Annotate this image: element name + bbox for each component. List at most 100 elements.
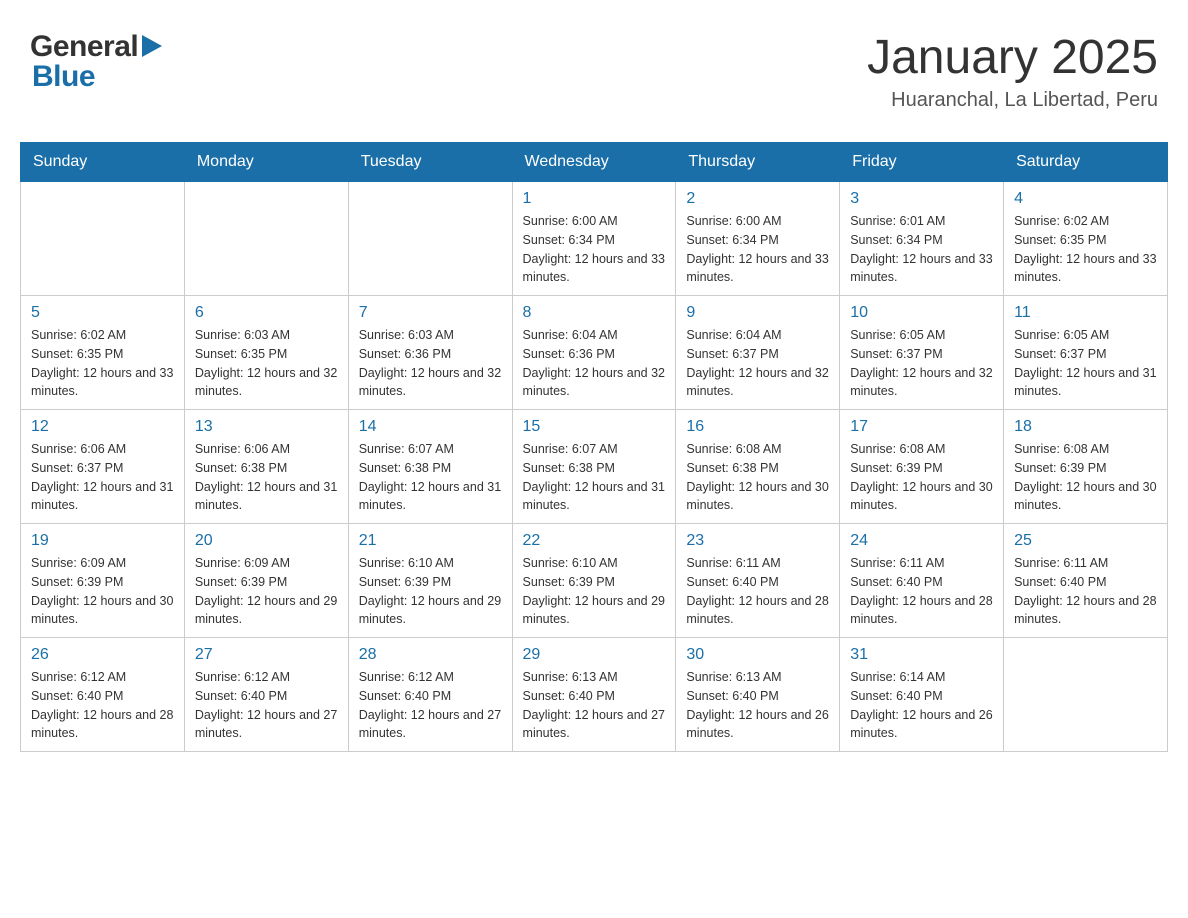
calendar-cell: 12Sunrise: 6:06 AM Sunset: 6:37 PM Dayli… xyxy=(21,410,185,524)
calendar-cell: 19 Sunrise: 6:09 AM Sunset: 6:39 PM Dayli… xyxy=(21,524,185,638)
cell-sun-info: Sunrise: 6:09 AM Sunset: 6:39 PM Dayligh… xyxy=(195,554,338,629)
calendar-cell: 5 Sunrise: 6:02 AM Sunset: 6:35 PM Daylig… xyxy=(21,296,185,410)
cell-sun-info: Sunrise: 6:00 AM Sunset: 6:34 PM Dayligh… xyxy=(523,212,666,287)
page-header: General Blue January 2025 Huaranchal, La… xyxy=(20,20,1168,122)
cell-sun-info: Sunrise: 6:12 AM Sunset: 6:40 PM Dayligh… xyxy=(359,668,502,743)
cell-sun-info: Sunrise: 6:08 AM Sunset: 6:39 PM Dayligh… xyxy=(850,440,993,515)
cell-sun-info: Sunrise: 6:07 AM Sunset: 6:38 PM Dayligh… xyxy=(359,440,502,515)
day-header-thursday: Thursday xyxy=(676,143,840,182)
cell-date-number: 3 xyxy=(850,190,993,208)
cell-date-number: 2 xyxy=(686,190,829,208)
calendar-cell xyxy=(348,182,512,296)
calendar-cell: 1 Sunrise: 6:00 AM Sunset: 6:34 PM Daylig… xyxy=(512,182,676,296)
calendar-cell: 9Sunrise: 6:04 AM Sunset: 6:37 PM Daylig… xyxy=(676,296,840,410)
cell-sun-info: Sunrise: 6:13 AM Sunset: 6:40 PM Dayligh… xyxy=(686,668,829,743)
calendar-cell: 31 Sunrise: 6:14 AM Sunset: 6:40 PM Dayli… xyxy=(840,638,1004,752)
title-section: January 2025 Huaranchal, La Libertad, Pe… xyxy=(867,30,1158,112)
logo-blue-text: Blue xyxy=(32,60,95,94)
calendar-week-row: 12Sunrise: 6:06 AM Sunset: 6:37 PM Dayli… xyxy=(21,410,1168,524)
cell-date-number: 29 xyxy=(523,646,666,664)
day-header-saturday: Saturday xyxy=(1004,143,1168,182)
cell-sun-info: Sunrise: 6:10 AM Sunset: 6:39 PM Dayligh… xyxy=(523,554,666,629)
cell-sun-info: Sunrise: 6:12 AM Sunset: 6:40 PM Dayligh… xyxy=(31,668,174,743)
cell-sun-info: Sunrise: 6:13 AM Sunset: 6:40 PM Dayligh… xyxy=(523,668,666,743)
calendar-cell: 28 Sunrise: 6:12 AM Sunset: 6:40 PM Dayli… xyxy=(348,638,512,752)
day-header-monday: Monday xyxy=(184,143,348,182)
calendar-cell: 8 Sunrise: 6:04 AM Sunset: 6:36 PM Daylig… xyxy=(512,296,676,410)
calendar-cell: 27 Sunrise: 6:12 AM Sunset: 6:40 PM Dayli… xyxy=(184,638,348,752)
calendar-cell xyxy=(1004,638,1168,752)
calendar-cell: 3 Sunrise: 6:01 AM Sunset: 6:34 PM Daylig… xyxy=(840,182,1004,296)
subtitle: Huaranchal, La Libertad, Peru xyxy=(867,89,1158,112)
cell-date-number: 6 xyxy=(195,304,338,322)
calendar-cell: 14 Sunrise: 6:07 AM Sunset: 6:38 PM Dayli… xyxy=(348,410,512,524)
cell-sun-info: Sunrise: 6:03 AM Sunset: 6:35 PM Dayligh… xyxy=(195,326,338,401)
cell-sun-info: Sunrise: 6:01 AM Sunset: 6:34 PM Dayligh… xyxy=(850,212,993,287)
cell-sun-info: Sunrise: 6:00 AM Sunset: 6:34 PM Dayligh… xyxy=(686,212,829,287)
logo-triangle-icon xyxy=(142,35,162,62)
cell-date-number: 23 xyxy=(686,532,829,550)
cell-sun-info: Sunrise: 6:10 AM Sunset: 6:39 PM Dayligh… xyxy=(359,554,502,629)
cell-sun-info: Sunrise: 6:05 AM Sunset: 6:37 PM Dayligh… xyxy=(850,326,993,401)
calendar-week-row: 26 Sunrise: 6:12 AM Sunset: 6:40 PM Dayli… xyxy=(21,638,1168,752)
cell-sun-info: Sunrise: 6:12 AM Sunset: 6:40 PM Dayligh… xyxy=(195,668,338,743)
cell-date-number: 19 xyxy=(31,532,174,550)
calendar-cell: 29 Sunrise: 6:13 AM Sunset: 6:40 PM Dayli… xyxy=(512,638,676,752)
cell-date-number: 15 xyxy=(523,418,666,436)
main-title: January 2025 xyxy=(867,30,1158,85)
calendar-week-row: 5 Sunrise: 6:02 AM Sunset: 6:35 PM Daylig… xyxy=(21,296,1168,410)
calendar-cell xyxy=(21,182,185,296)
logo-general-text: General xyxy=(30,30,138,64)
cell-date-number: 14 xyxy=(359,418,502,436)
cell-date-number: 20 xyxy=(195,532,338,550)
day-header-wednesday: Wednesday xyxy=(512,143,676,182)
day-header-tuesday: Tuesday xyxy=(348,143,512,182)
calendar-cell: 10Sunrise: 6:05 AM Sunset: 6:37 PM Dayli… xyxy=(840,296,1004,410)
cell-sun-info: Sunrise: 6:07 AM Sunset: 6:38 PM Dayligh… xyxy=(523,440,666,515)
cell-sun-info: Sunrise: 6:11 AM Sunset: 6:40 PM Dayligh… xyxy=(850,554,993,629)
cell-sun-info: Sunrise: 6:11 AM Sunset: 6:40 PM Dayligh… xyxy=(686,554,829,629)
calendar-cell: 11 Sunrise: 6:05 AM Sunset: 6:37 PM Dayli… xyxy=(1004,296,1168,410)
cell-sun-info: Sunrise: 6:05 AM Sunset: 6:37 PM Dayligh… xyxy=(1014,326,1157,401)
cell-sun-info: Sunrise: 6:14 AM Sunset: 6:40 PM Dayligh… xyxy=(850,668,993,743)
cell-sun-info: Sunrise: 6:02 AM Sunset: 6:35 PM Dayligh… xyxy=(1014,212,1157,287)
calendar-cell: 18Sunrise: 6:08 AM Sunset: 6:39 PM Dayli… xyxy=(1004,410,1168,524)
cell-sun-info: Sunrise: 6:02 AM Sunset: 6:35 PM Dayligh… xyxy=(31,326,174,401)
calendar-cell: 25 Sunrise: 6:11 AM Sunset: 6:40 PM Dayli… xyxy=(1004,524,1168,638)
calendar-cell: 7Sunrise: 6:03 AM Sunset: 6:36 PM Daylig… xyxy=(348,296,512,410)
calendar-cell: 30 Sunrise: 6:13 AM Sunset: 6:40 PM Dayli… xyxy=(676,638,840,752)
cell-date-number: 17 xyxy=(850,418,993,436)
cell-date-number: 28 xyxy=(359,646,502,664)
calendar-header-row: SundayMondayTuesdayWednesdayThursdayFrid… xyxy=(21,143,1168,182)
day-header-friday: Friday xyxy=(840,143,1004,182)
cell-sun-info: Sunrise: 6:08 AM Sunset: 6:38 PM Dayligh… xyxy=(686,440,829,515)
calendar-cell: 13Sunrise: 6:06 AM Sunset: 6:38 PM Dayli… xyxy=(184,410,348,524)
cell-date-number: 1 xyxy=(523,190,666,208)
cell-date-number: 30 xyxy=(686,646,829,664)
cell-date-number: 26 xyxy=(31,646,174,664)
cell-date-number: 9 xyxy=(686,304,829,322)
calendar-cell: 2 Sunrise: 6:00 AM Sunset: 6:34 PM Daylig… xyxy=(676,182,840,296)
cell-sun-info: Sunrise: 6:06 AM Sunset: 6:38 PM Dayligh… xyxy=(195,440,338,515)
calendar-cell: 17 Sunrise: 6:08 AM Sunset: 6:39 PM Dayli… xyxy=(840,410,1004,524)
calendar-cell: 21 Sunrise: 6:10 AM Sunset: 6:39 PM Dayli… xyxy=(348,524,512,638)
cell-sun-info: Sunrise: 6:03 AM Sunset: 6:36 PM Dayligh… xyxy=(359,326,502,401)
cell-sun-info: Sunrise: 6:11 AM Sunset: 6:40 PM Dayligh… xyxy=(1014,554,1157,629)
cell-date-number: 11 xyxy=(1014,304,1157,322)
calendar-cell: 4 Sunrise: 6:02 AM Sunset: 6:35 PM Daylig… xyxy=(1004,182,1168,296)
cell-date-number: 5 xyxy=(31,304,174,322)
cell-date-number: 31 xyxy=(850,646,993,664)
cell-date-number: 25 xyxy=(1014,532,1157,550)
cell-date-number: 27 xyxy=(195,646,338,664)
calendar-cell: 15 Sunrise: 6:07 AM Sunset: 6:38 PM Dayli… xyxy=(512,410,676,524)
logo: General Blue xyxy=(30,30,162,94)
cell-date-number: 8 xyxy=(523,304,666,322)
cell-date-number: 21 xyxy=(359,532,502,550)
cell-sun-info: Sunrise: 6:09 AM Sunset: 6:39 PM Dayligh… xyxy=(31,554,174,629)
calendar-cell: 6 Sunrise: 6:03 AM Sunset: 6:35 PM Daylig… xyxy=(184,296,348,410)
calendar-cell xyxy=(184,182,348,296)
cell-date-number: 4 xyxy=(1014,190,1157,208)
cell-date-number: 12 xyxy=(31,418,174,436)
cell-date-number: 22 xyxy=(523,532,666,550)
cell-sun-info: Sunrise: 6:04 AM Sunset: 6:36 PM Dayligh… xyxy=(523,326,666,401)
